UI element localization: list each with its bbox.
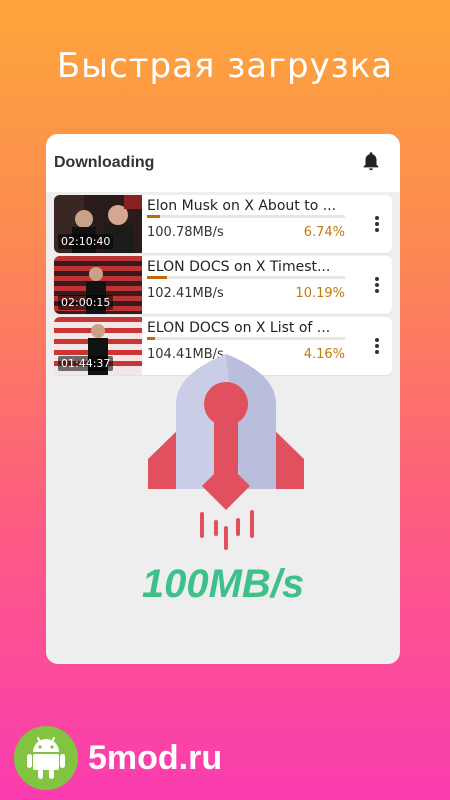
video-thumbnail[interactable]: 02:10:40 xyxy=(54,195,142,253)
brand-name: 5mod.ru xyxy=(88,738,223,777)
download-percent: 10.19% xyxy=(295,286,345,301)
video-duration: 02:10:40 xyxy=(58,234,114,249)
progress-fill xyxy=(147,337,156,340)
download-info: ELON DOCS on X Timest... 102.41MB/s 10.1… xyxy=(142,256,362,314)
progress-fill xyxy=(147,276,168,279)
download-item[interactable]: 02:00:15 ELON DOCS on X Timest... 102.41… xyxy=(54,256,392,314)
download-speed: 102.41MB/s xyxy=(147,286,224,301)
video-title: ELON DOCS on X Timest... xyxy=(147,259,331,275)
progress-bar xyxy=(147,215,345,218)
download-info: Elon Musk on X About to ... 100.78MB/s 6… xyxy=(142,195,362,253)
speed-headline: 100MB/s xyxy=(141,562,305,606)
rocket-icon xyxy=(146,354,306,554)
download-item[interactable]: 02:10:40 Elon Musk on X About to ... 100… xyxy=(54,195,392,253)
downloads-card: Downloading 02:10:40 Elon Musk on X Abou… xyxy=(46,134,400,664)
card-title: Downloading xyxy=(54,154,155,171)
progress-bar xyxy=(147,276,345,279)
android-icon xyxy=(14,726,78,790)
more-vert-icon[interactable] xyxy=(362,317,392,375)
video-duration: 01:44:37 xyxy=(58,356,114,371)
video-title: ELON DOCS on X List of ... xyxy=(147,320,331,336)
progress-bar xyxy=(147,337,345,340)
card-header: Downloading xyxy=(46,134,400,192)
brand-logo: 5mod.ru xyxy=(14,726,222,790)
headline: Быстрая загрузка xyxy=(56,46,394,86)
progress-fill xyxy=(147,215,161,218)
download-speed: 100.78MB/s xyxy=(147,225,224,240)
more-vert-icon[interactable] xyxy=(362,195,392,253)
video-duration: 02:00:15 xyxy=(58,295,114,310)
bell-icon[interactable] xyxy=(360,150,382,177)
more-vert-icon[interactable] xyxy=(362,256,392,314)
video-thumbnail[interactable]: 02:00:15 xyxy=(54,256,142,314)
download-percent: 6.74% xyxy=(303,225,345,240)
download-list: 02:10:40 Elon Musk on X About to ... 100… xyxy=(46,195,400,375)
download-percent: 4.16% xyxy=(303,347,345,362)
video-thumbnail[interactable]: 01:44:37 xyxy=(54,317,142,375)
video-title: Elon Musk on X About to ... xyxy=(147,198,337,214)
